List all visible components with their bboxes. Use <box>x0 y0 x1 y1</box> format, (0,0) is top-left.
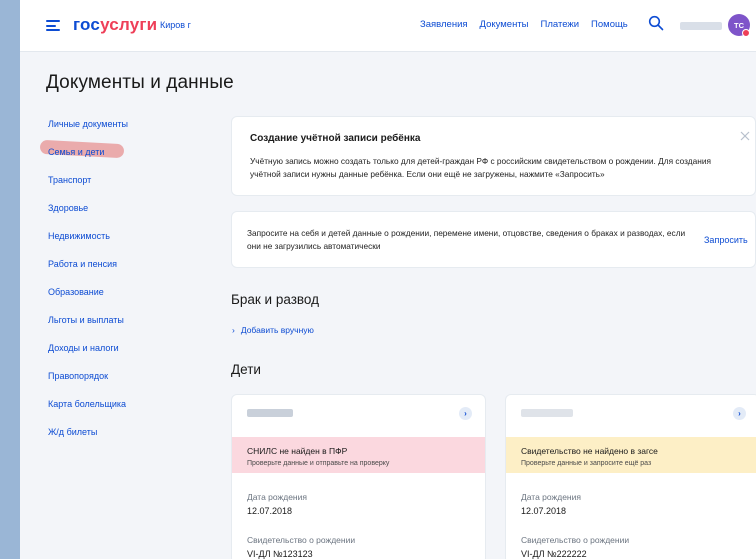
info-card-title: Создание учётной записи ребёнка <box>250 133 421 144</box>
user-name-blurred[interactable] <box>680 22 722 30</box>
sidebar-item-work-pension[interactable]: Работа и пенсия <box>48 258 218 286</box>
page-title: Документы и данные <box>46 72 234 93</box>
add-manually-label: Добавить вручную <box>240 325 314 335</box>
sidebar-item-label: Образование <box>48 287 104 297</box>
sidebar-item-label: Правопорядок <box>48 371 109 381</box>
sidebar-item-benefits[interactable]: Льготы и выплаты <box>48 314 218 342</box>
birth-cert-label: Свидетельство о рождении <box>247 535 356 545</box>
chevron-right-icon[interactable]: › <box>459 407 472 420</box>
gosuslugi-logo[interactable]: госуслуги <box>73 15 157 35</box>
child-account-info-card: Создание учётной записи ребёнка Учётную … <box>231 116 756 196</box>
birth-cert-value: VI-ДЛ №123123 <box>247 549 313 559</box>
sidebar-item-label: Ж/д билеты <box>48 427 98 437</box>
child-card[interactable]: › Свидетельство не найдено в загсе Прове… <box>505 394 756 559</box>
logo-part-gos: гос <box>73 15 101 34</box>
sidebar-item-label: Личные документы <box>48 119 129 129</box>
sidebar-item-family[interactable]: Семья и дети <box>39 139 218 174</box>
child-name-blurred <box>247 409 293 417</box>
birth-date-value: 12.07.2018 <box>247 506 293 516</box>
child-card[interactable]: › СНИЛС не найден в ПФР Проверьте данные… <box>231 394 486 559</box>
nav-applications[interactable]: Заявления <box>420 19 468 30</box>
main-nav: Заявления Документы Платежи Помощь <box>420 19 628 30</box>
close-icon[interactable] <box>740 131 750 141</box>
city-selector[interactable]: Киров г <box>160 20 191 30</box>
notification-dot <box>742 29 750 37</box>
sidebar-item-law[interactable]: Правопорядок <box>48 370 218 398</box>
warning-title: СНИЛС не найден в ПФР <box>247 446 348 456</box>
marriage-section-title: Брак и развод <box>231 292 319 307</box>
nav-help[interactable]: Помощь <box>591 19 628 30</box>
browser-frame: госуслуги Киров г Заявления Документы Пл… <box>20 0 756 559</box>
sidebar-item-label: Доходы и налоги <box>48 343 119 353</box>
sidebar: Личные документы Семья и дети Транспорт … <box>39 118 218 454</box>
sidebar-item-label: Семья и дети <box>48 147 105 157</box>
nav-payments[interactable]: Платежи <box>541 19 580 30</box>
request-card-text: Запросите на себя и детей данные о рожде… <box>247 228 686 251</box>
sidebar-item-label: Недвижимость <box>48 231 110 241</box>
warning-banner: СНИЛС не найден в ПФР Проверьте данные и… <box>232 437 485 473</box>
sidebar-item-label: Льготы и выплаты <box>48 315 124 325</box>
sidebar-item-education[interactable]: Образование <box>48 286 218 314</box>
sidebar-item-income-tax[interactable]: Доходы и налоги <box>48 342 218 370</box>
sidebar-item-transport[interactable]: Транспорт <box>48 174 218 202</box>
chevron-right-icon: › <box>232 325 235 335</box>
sidebar-item-fan-card[interactable]: Карта болельщика <box>48 398 218 426</box>
request-data-card: Запросите на себя и детей данные о рожде… <box>231 211 756 268</box>
top-header: госуслуги Киров г Заявления Документы Пл… <box>20 0 756 52</box>
logo-part-uslugi: услуги <box>100 15 158 34</box>
nav-documents[interactable]: Документы <box>480 19 529 30</box>
warning-subtitle: Проверьте данные и отправьте на проверку <box>247 460 390 467</box>
birth-date-label: Дата рождения <box>247 492 307 502</box>
child-name-blurred <box>521 409 573 417</box>
birth-cert-label: Свидетельство о рождении <box>521 535 630 545</box>
sidebar-item-property[interactable]: Недвижимость <box>48 230 218 258</box>
info-card-text: Учётную запись можно создать только для … <box>250 156 711 179</box>
sidebar-item-health[interactable]: Здоровье <box>48 202 218 230</box>
sidebar-item-label: Транспорт <box>48 175 92 185</box>
request-link[interactable]: Запросить <box>704 235 748 245</box>
birth-cert-value: VI-ДЛ №222222 <box>521 549 587 559</box>
sidebar-item-label: Карта болельщика <box>48 399 127 409</box>
warning-title: Свидетельство не найдено в загсе <box>521 446 658 456</box>
avatar-initials: ТС <box>734 20 744 30</box>
warning-subtitle: Проверьте данные и запросите ещё раз <box>521 460 652 467</box>
birth-date-label: Дата рождения <box>521 492 581 502</box>
birth-date-value: 12.07.2018 <box>521 506 567 516</box>
add-manually-link[interactable]: › Добавить вручную <box>232 325 314 335</box>
search-icon[interactable] <box>648 15 664 31</box>
sidebar-item-label: Здоровье <box>48 203 89 213</box>
warning-banner: Свидетельство не найдено в загсе Проверь… <box>506 437 756 473</box>
sidebar-item-rail-tickets[interactable]: Ж/д билеты <box>48 426 218 454</box>
children-section-title: Дети <box>231 362 261 377</box>
menu-icon[interactable] <box>46 20 60 31</box>
sidebar-item-label: Работа и пенсия <box>48 259 117 269</box>
chevron-right-icon[interactable]: › <box>733 407 746 420</box>
